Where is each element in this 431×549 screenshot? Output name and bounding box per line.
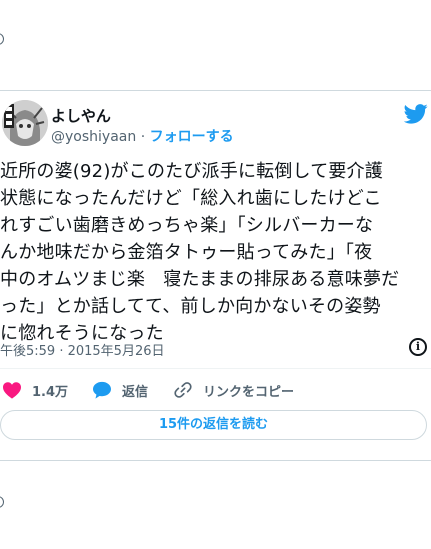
avatar[interactable] — [2, 100, 48, 146]
tweet-header: よしやん @yoshiyaan · フォローする — [0, 100, 431, 148]
handle-separator: · — [140, 129, 146, 145]
like-button[interactable]: 1.4万 — [2, 378, 68, 402]
author-handle-row: @yoshiyaan · フォローする — [51, 126, 234, 146]
twitter-bird-icon[interactable] — [404, 104, 428, 124]
reply-button[interactable]: 返信 — [92, 378, 148, 402]
tweet-text: 近所の婆(92)がこのたび派手に転倒して要介護 状態になったんだけど「総入れ歯に… — [0, 161, 400, 344]
read-replies-button[interactable]: 15件の返信を読む — [0, 410, 427, 440]
speech-bubble-icon — [93, 381, 111, 399]
author-handle[interactable]: @yoshiyaan — [51, 129, 136, 145]
tweet-actions: 1.4万 返信 リンクをコピー — [0, 378, 431, 402]
copy-link-button[interactable]: リンクをコピー — [173, 378, 294, 402]
reply-label: 返信 — [122, 384, 149, 400]
partial-icon-top — [0, 33, 4, 45]
partial-icon-bottom — [0, 496, 4, 508]
embedded-tweet-page: よしやん @yoshiyaan · フォローする 近所の婆(92)がこのたび派手… — [0, 0, 431, 549]
tweet-timestamp[interactable]: 午後5:59 · 2015年5月26日 — [0, 340, 165, 359]
info-icon[interactable]: i — [409, 338, 427, 356]
copy-link-label: リンクをコピー — [203, 384, 295, 400]
author-name[interactable]: よしやん — [51, 105, 111, 126]
like-count: 1.4万 — [32, 384, 69, 400]
link-icon — [174, 382, 192, 398]
heart-icon — [3, 382, 21, 399]
divider — [0, 368, 431, 369]
follow-button[interactable]: フォローする — [150, 129, 234, 145]
